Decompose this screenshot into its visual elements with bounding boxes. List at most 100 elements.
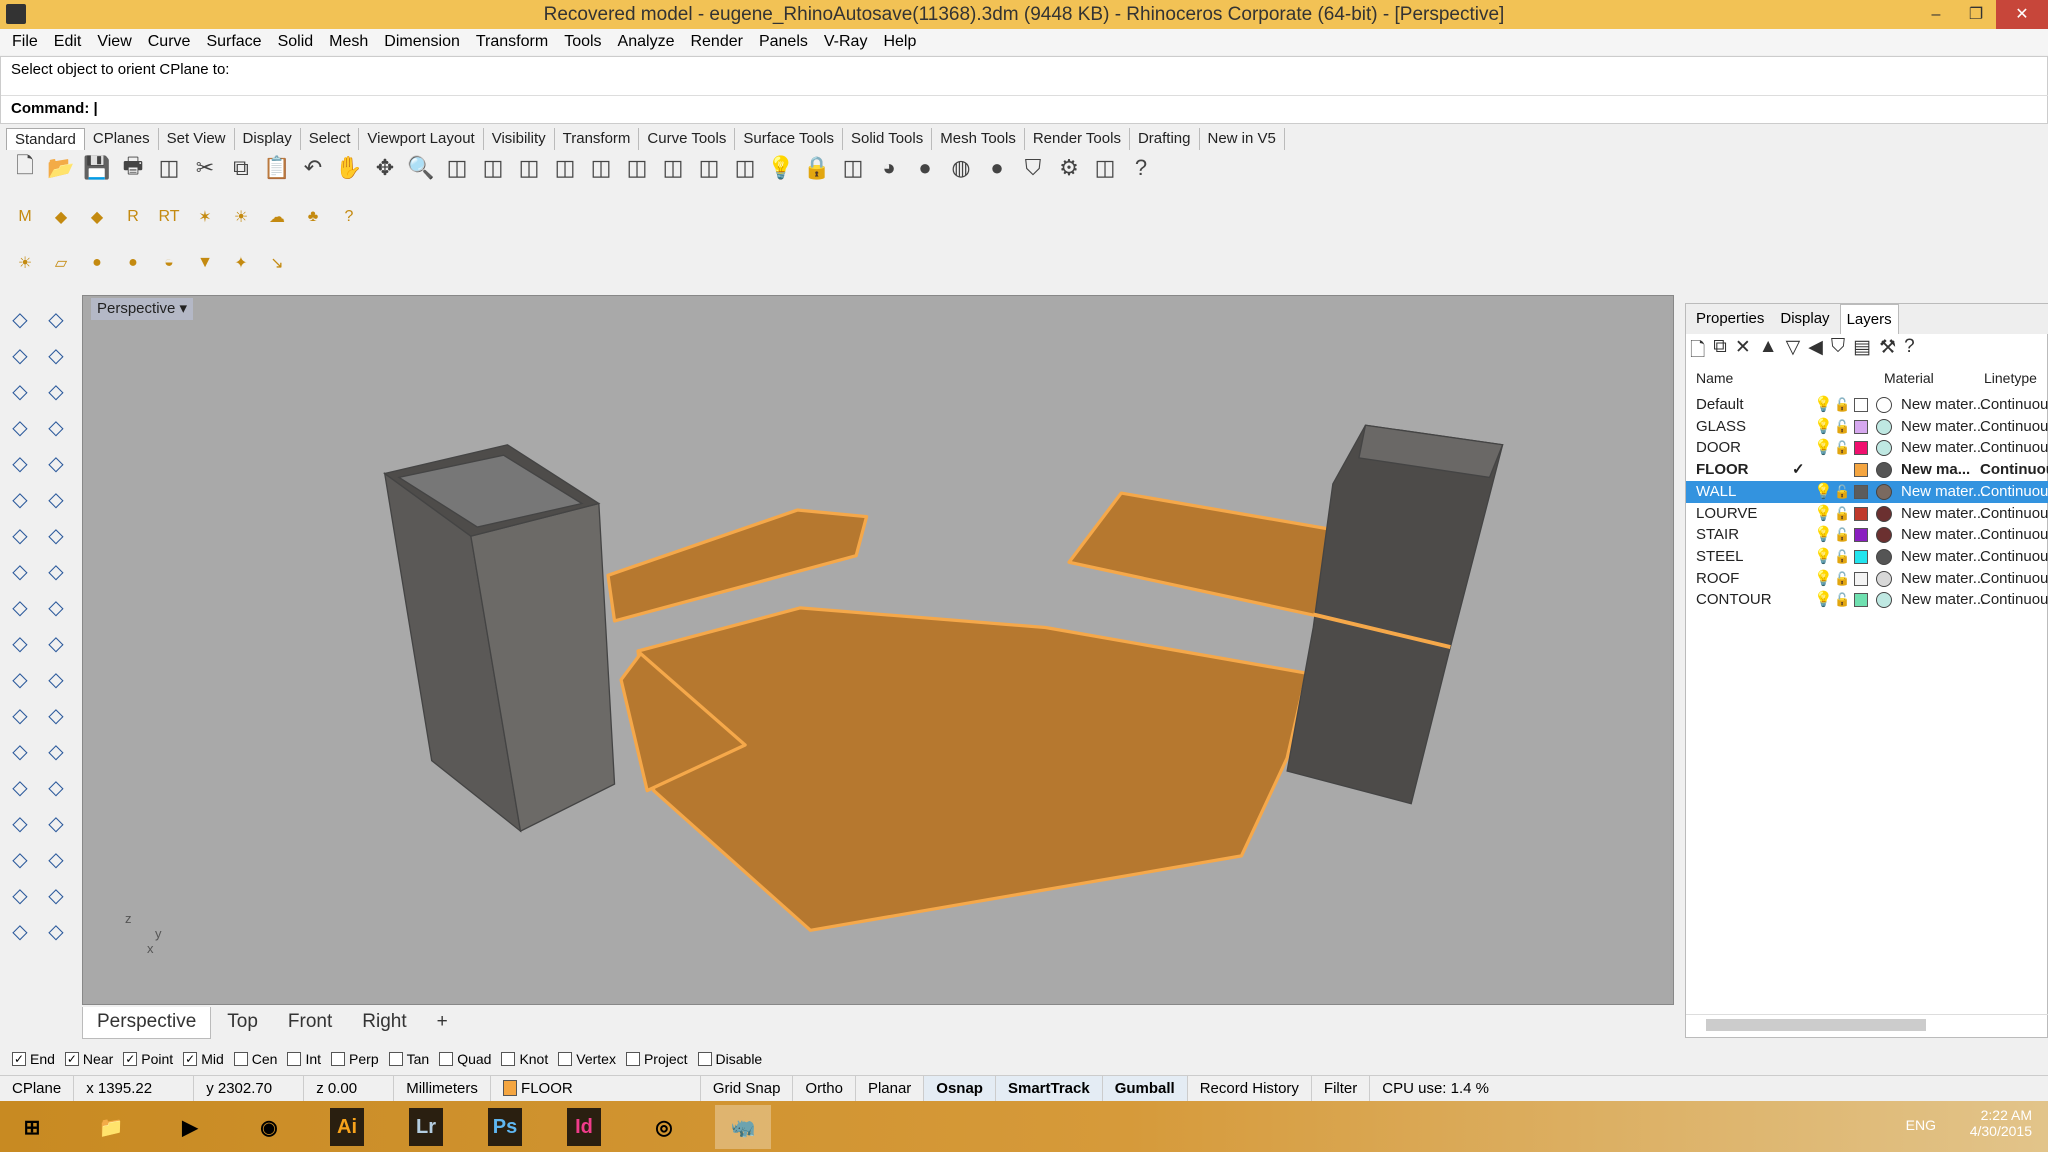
group-icon[interactable]: ◇	[4, 665, 36, 693]
layer-row-stair[interactable]: STAIR💡🔓New mater...Continuous	[1686, 524, 2048, 546]
shade-icon[interactable]: ●	[910, 153, 940, 183]
layer-row-contour[interactable]: CONTOUR💡🔓New mater...Continuous	[1686, 589, 2048, 611]
layer-linetype[interactable]: Continuous	[1980, 568, 2048, 590]
ortho-toggle[interactable]: Ortho	[793, 1076, 856, 1101]
menu-v-ray[interactable]: V-Ray	[816, 29, 876, 55]
layer-color-swatch[interactable]	[1854, 463, 1868, 477]
windows-start-icon[interactable]: ⊞	[4, 1105, 60, 1149]
sky-icon[interactable]: ☁	[262, 202, 292, 232]
layer-material-icon[interactable]	[1876, 484, 1892, 500]
layer-linetype[interactable]: Continuous	[1980, 546, 2048, 568]
layer-color-swatch[interactable]	[1854, 441, 1868, 455]
transform-icon[interactable]: ◇	[40, 665, 72, 693]
menu-panels[interactable]: Panels	[751, 29, 816, 55]
toolbar-tab-visibility[interactable]: Visibility	[484, 128, 555, 150]
tools-icon[interactable]: ⚒	[1879, 336, 1896, 368]
move-down-icon[interactable]: ▽	[1786, 336, 1801, 368]
help-icon[interactable]: ?	[1904, 336, 1915, 368]
layer-icon[interactable]: ◫	[838, 153, 868, 183]
undo-icon[interactable]: ↶	[298, 153, 328, 183]
arc-icon[interactable]: ◇	[4, 449, 36, 477]
text-icon[interactable]: ◇	[4, 737, 36, 765]
toolbar-tab-drafting[interactable]: Drafting	[1130, 128, 1200, 150]
smarttrack-toggle[interactable]: SmartTrack	[996, 1076, 1103, 1101]
zoom-icon[interactable]: 🔍	[406, 153, 436, 183]
language-indicator[interactable]: ENG	[1906, 1117, 1936, 1133]
layer-visible-bulb-icon[interactable]: 💡	[1814, 524, 1833, 546]
render-icon[interactable]: ◍	[946, 153, 976, 183]
circle-icon[interactable]: ◇	[4, 377, 36, 405]
vray-tag2-icon[interactable]: ◆	[82, 202, 112, 232]
rect-light-icon[interactable]: ▱	[46, 248, 76, 278]
osnap-near[interactable]: ✓Near	[65, 1051, 113, 1067]
layer-visible-bulb-icon[interactable]: 💡	[1814, 546, 1833, 568]
viewport-tab-add[interactable]: +	[423, 1007, 462, 1039]
hide-icon[interactable]: ◫	[658, 153, 688, 183]
osnap-vertex[interactable]: Vertex	[558, 1051, 616, 1067]
layer-linetype[interactable]: Continuous	[1980, 589, 2048, 611]
osnap-quad[interactable]: Quad	[439, 1051, 491, 1067]
layer-name[interactable]: WALL	[1696, 481, 1736, 503]
ies-light-icon[interactable]: ▼	[190, 248, 220, 278]
layer-material[interactable]: New mater...	[1901, 503, 1985, 525]
select-icon[interactable]: ◇	[4, 305, 36, 333]
vray-fx-icon[interactable]: ✶	[190, 202, 220, 232]
menu-analyze[interactable]: Analyze	[610, 29, 683, 55]
layer-unlock-icon[interactable]: 🔓	[1834, 437, 1850, 459]
restore-button[interactable]: ❐	[1956, 0, 1996, 29]
arrow-light-icon[interactable]: ↘	[262, 248, 292, 278]
steam-icon[interactable]: ◉	[241, 1105, 297, 1149]
layer-name[interactable]: DOOR	[1696, 437, 1741, 459]
omni-light-icon[interactable]: ✦	[226, 248, 256, 278]
layer-material[interactable]: New mater...	[1901, 437, 1985, 459]
col-material[interactable]: Material	[1884, 370, 1934, 386]
panel-tab-display[interactable]: Display	[1774, 304, 1835, 334]
tree-icon[interactable]: ♣	[298, 202, 328, 232]
layer-visible-bulb-icon[interactable]: 💡	[1814, 437, 1833, 459]
vray-r-icon[interactable]: R	[118, 202, 148, 232]
filter-button[interactable]: Filter	[1312, 1076, 1370, 1101]
col-linetype[interactable]: Linetype	[1984, 370, 2037, 386]
layer-linetype[interactable]: Continuous	[1980, 437, 2048, 459]
osnap-cen[interactable]: Cen	[234, 1051, 278, 1067]
layer-unlock-icon[interactable]: 🔓	[1834, 589, 1850, 611]
menu-solid[interactable]: Solid	[270, 29, 322, 55]
menu-transform[interactable]: Transform	[468, 29, 556, 55]
move-icon[interactable]: ◇	[40, 773, 72, 801]
osnap-perp[interactable]: Perp	[331, 1051, 379, 1067]
color-icon[interactable]: ◕	[874, 153, 904, 183]
osnap-mid[interactable]: ✓Mid	[183, 1051, 224, 1067]
layer-row-roof[interactable]: ROOF💡🔓New mater...Continuous	[1686, 568, 2048, 590]
indesign-icon[interactable]: Id	[567, 1108, 601, 1146]
layer-material[interactable]: New ma...	[1901, 459, 1970, 481]
layer-row-floor[interactable]: FLOOR✓New ma...Continuous	[1686, 459, 2048, 481]
layer-material[interactable]: New mater...	[1901, 568, 1985, 590]
point-on-icon[interactable]: ◫	[730, 153, 760, 183]
layer-states-icon[interactable]: ▤	[1853, 336, 1871, 368]
layer-name[interactable]: FLOOR	[1696, 459, 1749, 481]
menu-surface[interactable]: Surface	[198, 29, 269, 55]
illustrator-icon[interactable]: Ai	[330, 1108, 364, 1146]
car-icon[interactable]: ◫	[622, 153, 652, 183]
toolbar-tab-select[interactable]: Select	[301, 128, 360, 150]
zoom-selected-icon[interactable]: ◫	[514, 153, 544, 183]
new-sublayer-icon[interactable]: ⧉	[1713, 336, 1727, 368]
rotate-icon[interactable]: ✥	[370, 153, 400, 183]
layer-unlock-icon[interactable]: 🔓	[1834, 546, 1850, 568]
viewport-tab-perspective[interactable]: Perspective	[82, 1007, 211, 1039]
layer-row-lourve[interactable]: LOURVE💡🔓New mater...Continuous	[1686, 503, 2048, 525]
grid-snap-toggle[interactable]: Grid Snap	[701, 1076, 794, 1101]
layer-material[interactable]: New mater...	[1901, 546, 1985, 568]
dome-light-icon[interactable]: ◒	[154, 248, 184, 278]
viewport-title[interactable]: Perspective ▾	[91, 298, 193, 320]
layer-color-swatch[interactable]	[1854, 550, 1868, 564]
layer-unlock-icon[interactable]: 🔓	[1834, 394, 1850, 416]
osnap-checkbox[interactable]: ✓	[123, 1052, 137, 1066]
layer-material-icon[interactable]	[1876, 397, 1892, 413]
perspective-viewport[interactable]: Perspective ▾ z y x	[82, 295, 1674, 1005]
toolbar-tab-display[interactable]: Display	[235, 128, 301, 150]
toolbar-tab-new-in-v5[interactable]: New in V5	[1200, 128, 1285, 150]
paint-icon[interactable]: ◇	[40, 917, 72, 945]
menu-mesh[interactable]: Mesh	[321, 29, 376, 55]
minimize-button[interactable]: –	[1916, 0, 1956, 29]
